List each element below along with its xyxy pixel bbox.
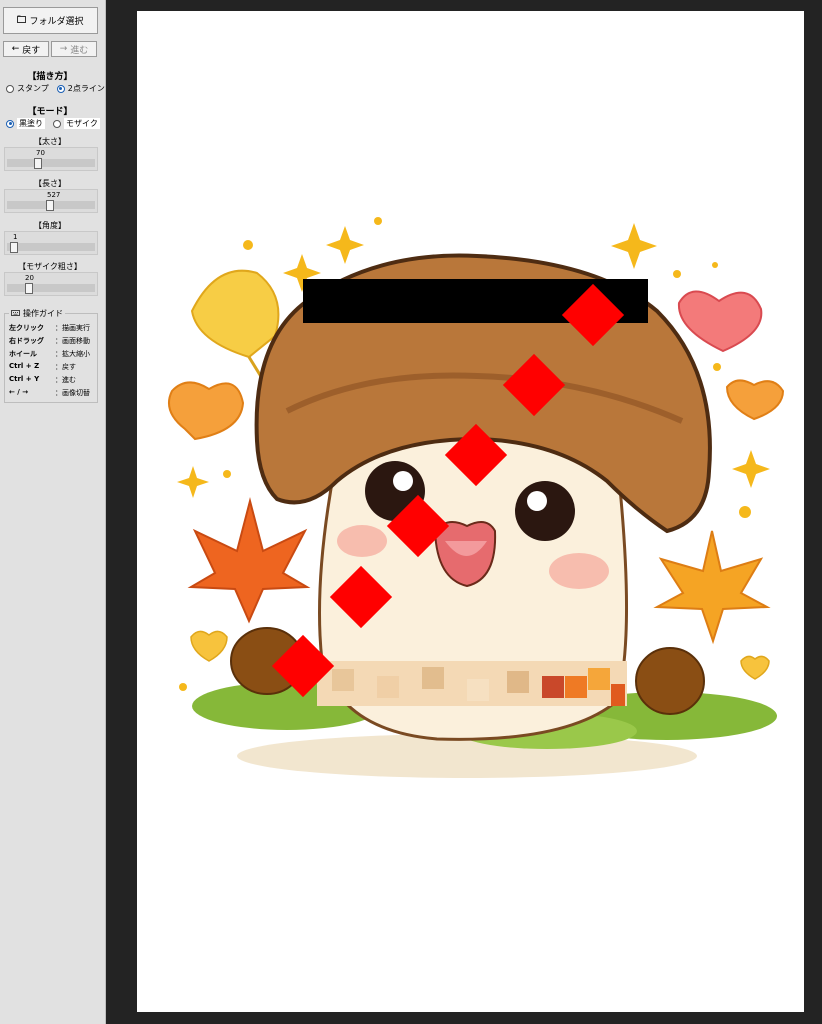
- image-canvas[interactable]: [137, 11, 804, 1012]
- folder-icon: [17, 15, 27, 26]
- redo-label: 進む: [70, 45, 89, 56]
- length-title: 【長さ】: [34, 179, 66, 188]
- radio-black-fill-label[interactable]: 黒塗り: [17, 118, 45, 129]
- angle-track: [7, 243, 95, 251]
- image-viewport[interactable]: [106, 0, 822, 1024]
- heart-icon: [740, 655, 770, 680]
- heart-icon: [190, 630, 228, 662]
- mosaic-size-thumb[interactable]: [25, 283, 33, 294]
- heart-icon: [725, 379, 785, 421]
- guide-desc: ：画像切替: [55, 389, 90, 397]
- radio-mosaic[interactable]: [53, 119, 61, 128]
- mosaic-size-title: 【モザイク粗さ】: [18, 262, 82, 271]
- arrow-right-icon: →: [59, 44, 68, 54]
- operation-guide: 操作ガイド 左クリック ：描画実行 右ドラッグ ：画面移動 ホイール ：拡大縮小 Ct…: [4, 308, 98, 403]
- radio-two-point-line[interactable]: [56, 84, 65, 93]
- guide-key: Ctrl + Z: [9, 362, 40, 370]
- guide-title: 操作ガイド: [9, 308, 65, 319]
- guide-title-label: 操作ガイド: [23, 309, 63, 318]
- control-sidebar: フォルダ選択 ← 戻す → 進む 【描き方】 スタンプ 2点ライン 【モード】 …: [0, 0, 106, 1024]
- sparkle-star-icon: [326, 226, 364, 264]
- undo-button[interactable]: ← 戻す: [3, 41, 49, 57]
- thickness-value: 70: [36, 149, 45, 157]
- sparkle-star-icon: [177, 466, 209, 498]
- thickness-track: [7, 159, 95, 167]
- maple-leaf-icon: [187, 497, 311, 624]
- heart-icon: [168, 381, 245, 441]
- mosaic-size-track: [7, 284, 95, 292]
- redo-button[interactable]: → 進む: [51, 41, 97, 57]
- length-value: 527: [47, 191, 61, 199]
- guide-desc: ：画面移動: [55, 337, 90, 345]
- undo-label: 戻す: [22, 45, 41, 56]
- guide-row: ホイール ：拡大縮小: [9, 349, 97, 359]
- angle-thumb[interactable]: [10, 242, 18, 253]
- guide-key: 左クリック: [9, 324, 44, 332]
- angle-slider[interactable]: 1: [4, 231, 98, 255]
- guide-desc: ：拡大縮小: [55, 350, 90, 358]
- folder-select-button[interactable]: フォルダ選択: [3, 7, 98, 34]
- mode-radio-group: 黒塗り モザイク: [6, 118, 100, 129]
- draw-method-title: 【描き方】: [27, 72, 73, 82]
- guide-row: Ctrl + Z ：戻す: [9, 362, 97, 372]
- guide-desc: ：描画実行: [55, 324, 90, 332]
- radio-black-fill[interactable]: [6, 119, 14, 128]
- angle-value: 1: [13, 233, 18, 241]
- mosaic-patch: [317, 661, 627, 706]
- guide-desc: ：進む: [55, 376, 76, 384]
- mushroom-illustration: [168, 217, 785, 778]
- thickness-title: 【太さ】: [34, 137, 66, 146]
- maple-leaf-icon: [653, 530, 771, 645]
- guide-key: Ctrl + Y: [9, 375, 40, 383]
- guide-row: 左クリック ：描画実行: [9, 323, 97, 333]
- guide-key: 右ドラッグ: [9, 337, 44, 345]
- length-thumb[interactable]: [46, 200, 54, 211]
- mode-title: 【モード】: [27, 107, 73, 117]
- heart-icon: [677, 290, 763, 353]
- sparkle-star-icon: [611, 223, 657, 269]
- guide-row: Ctrl + Y ：進む: [9, 375, 97, 385]
- acorn-icon: [635, 647, 705, 715]
- mosaic-size-slider[interactable]: 20: [4, 272, 98, 296]
- radio-stamp[interactable]: [6, 84, 14, 93]
- guide-key: ホイール: [9, 350, 37, 358]
- guide-desc: ：戻す: [55, 363, 76, 371]
- arrow-left-icon: ←: [11, 44, 20, 54]
- thickness-thumb[interactable]: [34, 158, 42, 169]
- keyboard-icon: [11, 309, 20, 318]
- thickness-slider[interactable]: 70: [4, 147, 98, 171]
- angle-title: 【角度】: [34, 221, 66, 230]
- radio-stamp-label[interactable]: スタンプ: [17, 83, 49, 94]
- guide-key: ← / →: [9, 388, 29, 396]
- mosaic-size-value: 20: [25, 274, 34, 282]
- folder-select-label: フォルダ選択: [29, 17, 84, 27]
- guide-row: ← / → ：画像切替: [9, 388, 97, 398]
- sparkle-star-icon: [732, 450, 770, 488]
- guide-row: 右ドラッグ ：画面移動: [9, 336, 97, 346]
- radio-two-point-line-label[interactable]: 2点ライン: [68, 83, 105, 94]
- radio-mosaic-label[interactable]: モザイク: [64, 118, 100, 129]
- draw-method-radio-group: スタンプ 2点ライン: [6, 83, 105, 94]
- length-slider[interactable]: 527: [4, 189, 98, 213]
